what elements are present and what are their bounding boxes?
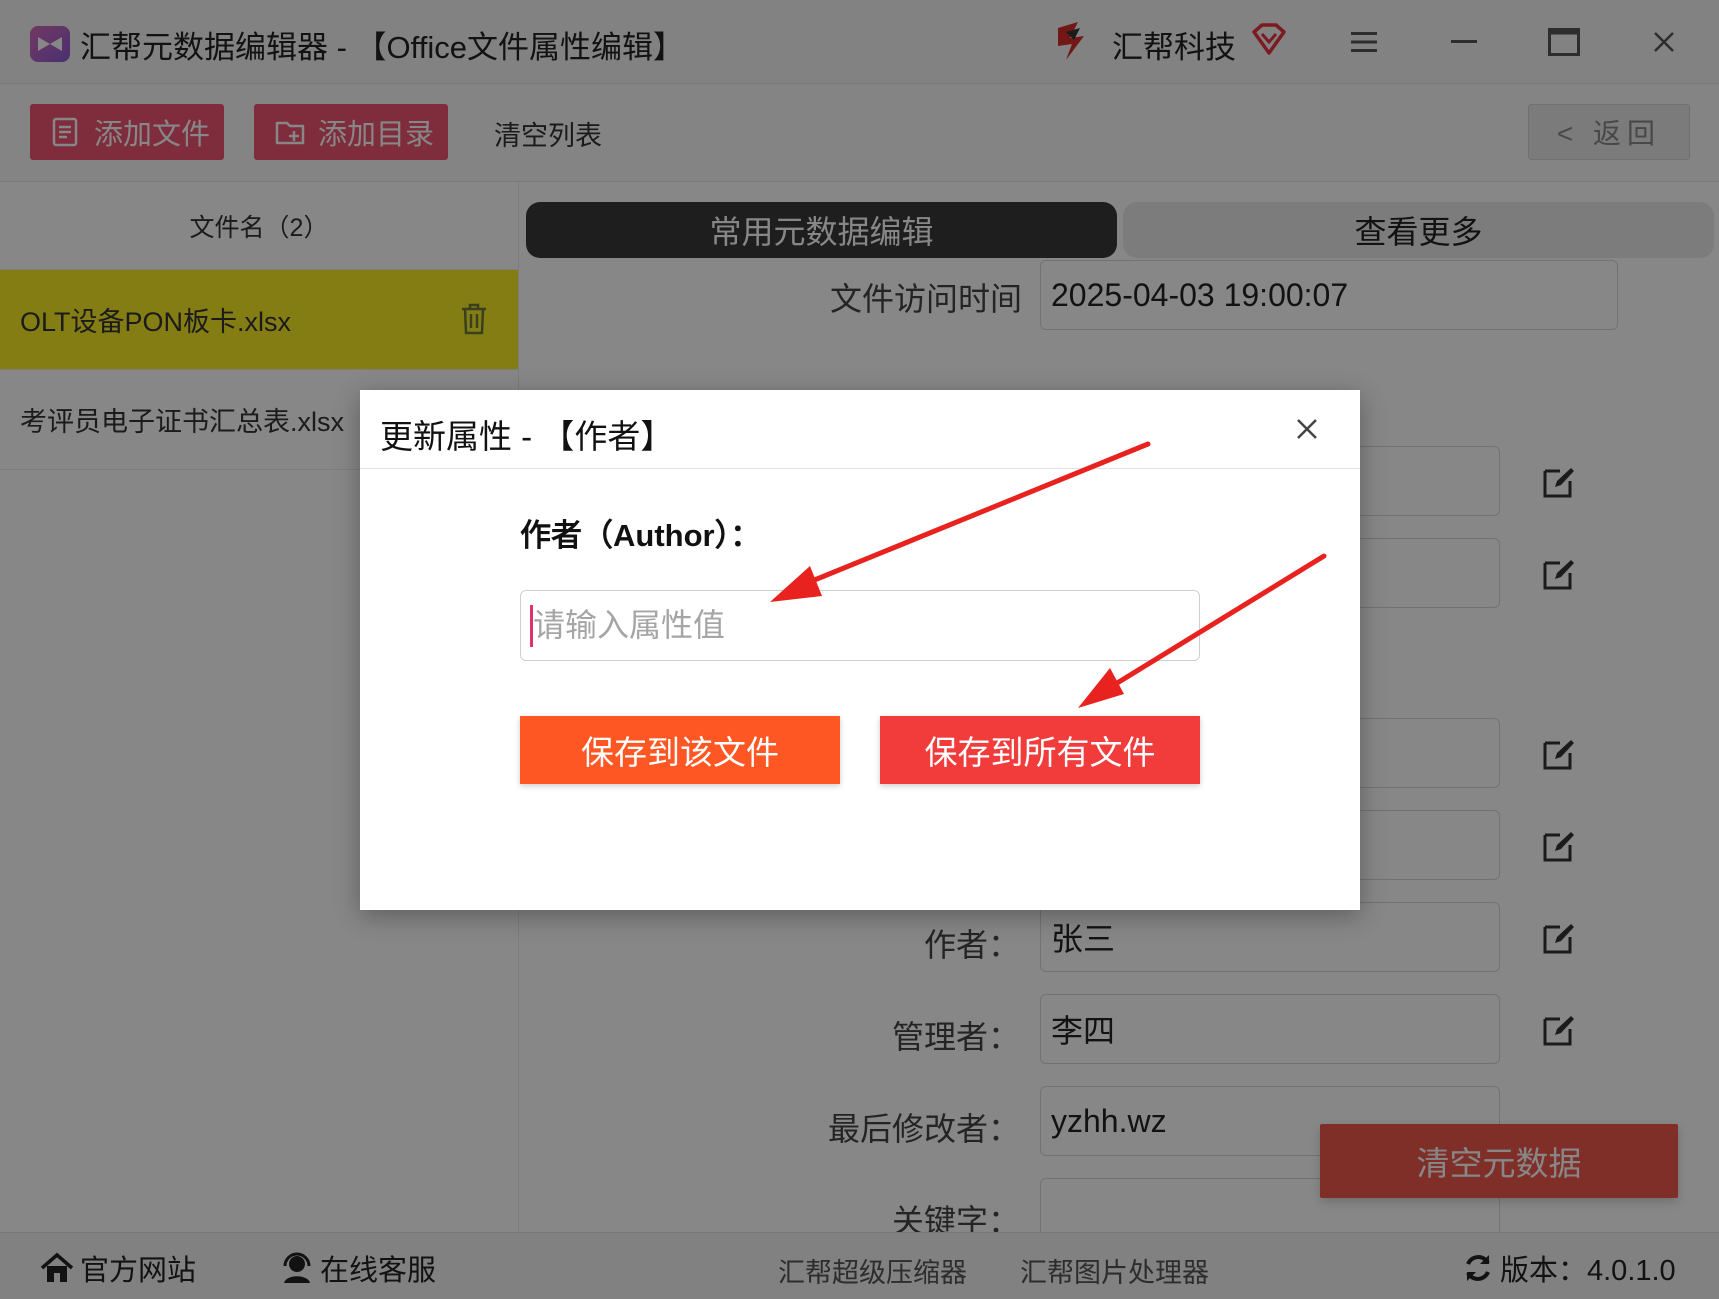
author-input-label: 作者（Author）：	[520, 518, 762, 553]
text-caret	[530, 605, 533, 647]
dialog-title: 更新属性 - 【作者】	[380, 418, 674, 455]
author-input[interactable]	[520, 590, 1200, 661]
save-to-this-file-button[interactable]: 保存到该文件	[520, 716, 840, 784]
update-property-dialog: 更新属性 - 【作者】 作者（Author）： 保存到该文件 保存到所有文件	[360, 390, 1360, 910]
save-to-all-files-button[interactable]: 保存到所有文件	[880, 716, 1200, 784]
dialog-header: 更新属性 - 【作者】	[360, 390, 1360, 469]
close-icon[interactable]	[1292, 414, 1322, 444]
